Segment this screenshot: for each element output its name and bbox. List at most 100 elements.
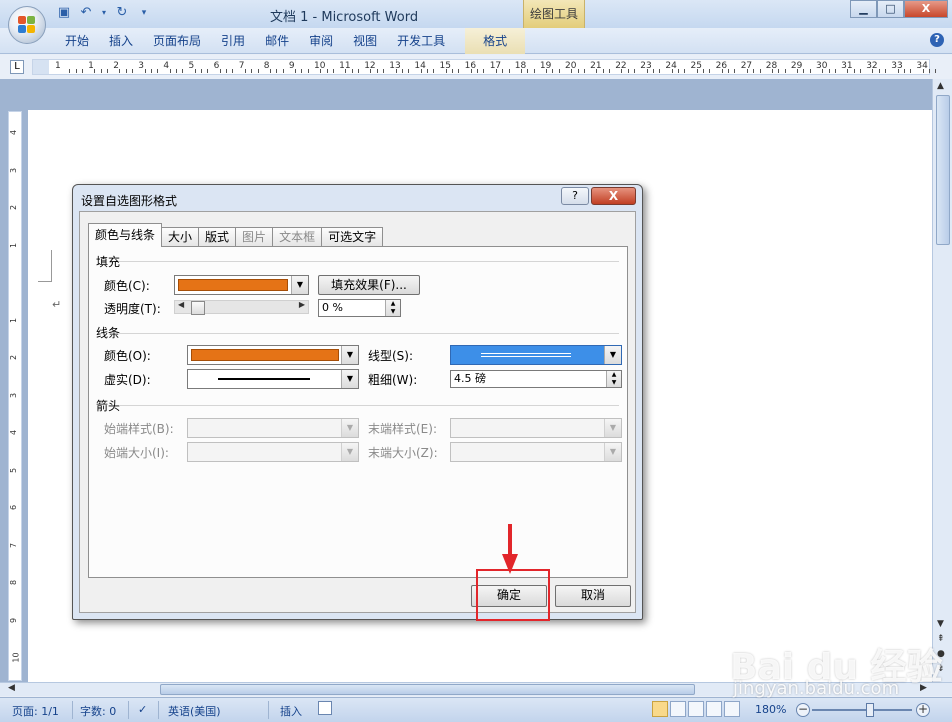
paragraph-mark: ↵ [52,298,62,311]
vertical-ruler[interactable]: 4 3 2 1 1 2 3 4 5 6 7 8 9 10 [8,111,22,681]
ruler-tick [445,69,447,73]
dash-dropdown[interactable]: ▼ [187,369,359,389]
tab-alt-text[interactable]: 可选文字 [321,227,384,247]
minimize-button[interactable]: ▁ [850,0,877,18]
ruler-tick [207,69,209,73]
ribbon: 开始 插入 页面布局 引用 邮件 审阅 视图 开发工具 格式 ? [0,28,952,54]
tab-size[interactable]: 大小 [161,227,200,247]
ruler-number: 8 [263,61,270,71]
ruler-number: 1 [9,242,19,248]
redo-icon[interactable]: ↻ [114,5,130,21]
fill-effects-button[interactable]: 填充效果(F)... [318,275,420,295]
transparency-input[interactable]: 0 % ▲ ▼ [318,299,401,317]
cancel-button[interactable]: 取消 [555,585,631,607]
tab-layout[interactable]: 版式 [198,227,237,247]
vertical-scroll-thumb[interactable] [936,95,950,245]
macro-record-icon[interactable] [318,701,332,715]
ruler-tick [709,69,711,73]
outline-view-icon[interactable] [706,701,722,717]
tab-colors-and-lines[interactable]: 颜色与线条 [88,223,163,247]
line-style-dropdown[interactable]: ▼ [450,345,622,365]
spinner-icon[interactable]: ▲ ▼ [606,371,621,387]
zoom-slider-knob[interactable] [866,703,874,717]
ruler-number: 3 [138,61,145,71]
ruler-tick [332,69,334,73]
tab-insert[interactable]: 插入 [99,28,143,54]
tab-selector[interactable]: L [10,60,24,74]
tab-page-layout[interactable]: 页面布局 [143,28,211,54]
zoom-out-icon[interactable]: − [796,703,810,717]
tab-developer[interactable]: 开发工具 [387,28,455,54]
full-screen-reading-view-icon[interactable] [670,701,686,717]
fill-color-dropdown[interactable]: ▼ [174,275,309,295]
ruler-tick [847,69,849,73]
ruler-number: 6 [9,504,19,511]
dialog-help-button[interactable]: ? [561,187,589,205]
ruler-tick [797,69,799,73]
tab-references[interactable]: 引用 [211,28,255,54]
zoom-slider-track[interactable] [812,709,912,711]
weight-input[interactable]: 4.5 磅 ▲ ▼ [450,370,622,388]
language[interactable]: 英语(美国) [168,703,221,719]
proofing-icon[interactable]: ✓ [138,703,147,716]
tab-review[interactable]: 审阅 [299,28,343,54]
slider-left-icon[interactable]: ◀ [178,300,184,309]
ruler-tick [452,69,454,73]
ruler-tick [521,69,523,73]
tab-view[interactable]: 视图 [343,28,387,54]
ruler-number: 4 [163,61,170,71]
close-button[interactable]: X [904,0,948,18]
undo-icon[interactable]: ↶ [78,5,94,21]
undo-dropdown-icon[interactable]: ▾ [100,5,108,21]
ruler-tick [508,69,510,73]
window-controls: ▁ □ X [850,0,948,18]
insert-mode[interactable]: 插入 [280,703,302,719]
office-button[interactable] [8,6,46,44]
ruler-number: 7 [238,61,245,71]
chevron-down-icon: ▼ [604,346,621,364]
tab-mailings[interactable]: 邮件 [255,28,299,54]
dialog-close-button[interactable]: X [591,187,636,205]
scroll-up-icon[interactable]: ▲ [937,81,944,91]
horizontal-ruler[interactable]: 1 1 2 3 4 5 6 7 8 9 10 11 12 13 14 15 16 17 18 19 20 21 22 23 24… [32,59,937,75]
tab-format[interactable]: 格式 [465,28,526,54]
scroll-down-icon[interactable]: ▼ [937,619,944,629]
ruler-tick [307,69,309,73]
ruler-tick [897,69,899,73]
ruler-tick [627,69,629,73]
ruler-tick [677,69,679,73]
web-layout-view-icon[interactable] [688,701,704,717]
status-separator [72,701,73,719]
help-icon[interactable]: ? [930,33,944,47]
ruler-tick [910,69,912,73]
ruler-number: 4 [9,429,19,436]
tab-home[interactable]: 开始 [55,28,99,54]
vertical-scrollbar[interactable]: ▲ ▼ ⇞ ● ⇟ [932,79,952,682]
zoom-level[interactable]: 180% [755,703,786,716]
ruler-tick [244,69,246,73]
customize-qat-icon[interactable]: ▾ [136,5,152,21]
scroll-left-icon[interactable]: ◀ [8,683,15,693]
ruler-tick [552,69,554,73]
draft-view-icon[interactable] [724,701,740,717]
arrows-section-title: 箭头 [96,399,121,413]
save-icon[interactable]: ▣ [56,5,72,21]
ruler-number: 9 [288,61,295,71]
ruler-tick [659,69,661,73]
horizontal-scroll-thumb[interactable] [160,684,695,695]
line-color-dropdown[interactable]: ▼ [187,345,359,365]
page-count[interactable]: 页面: 1/1 [12,703,59,719]
line-section-divider [119,333,619,334]
begin-style-dropdown: ▼ [187,418,359,438]
zoom-in-icon[interactable]: + [916,703,930,717]
ruler-number: 1 [9,317,19,323]
spinner-icon[interactable]: ▲ ▼ [385,300,400,316]
transparency-slider-thumb[interactable] [191,301,205,315]
print-layout-view-icon[interactable] [652,701,668,717]
maximize-button[interactable]: □ [877,0,904,18]
ruler-tick [903,69,905,73]
word-count[interactable]: 字数: 0 [80,703,116,719]
slider-right-icon[interactable]: ▶ [299,300,305,309]
transparency-slider[interactable]: ◀ ▶ [174,300,309,315]
ruler-tick [81,69,83,73]
